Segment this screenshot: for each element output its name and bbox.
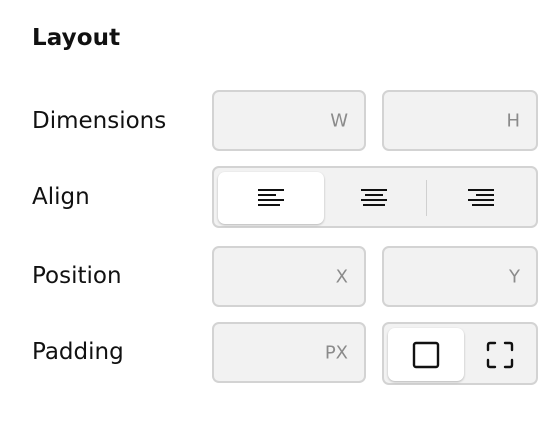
align-segmented-control [212, 166, 538, 228]
padding-individual-button[interactable] [464, 328, 536, 381]
padding-unit-label: PX [324, 342, 348, 363]
align-left-icon [257, 188, 285, 208]
segment-divider [426, 180, 427, 216]
padding-mode-control [382, 322, 538, 385]
x-unit-label: X [335, 266, 348, 287]
height-unit-label: H [506, 110, 520, 131]
align-left-button[interactable] [218, 172, 324, 224]
x-input[interactable]: X [212, 246, 366, 307]
position-label: Position [32, 263, 122, 289]
section-title: Layout [32, 25, 121, 51]
layout-panel: Layout Dimensions W H Align Position X Y… [0, 0, 558, 422]
align-right-button[interactable] [428, 172, 534, 224]
padding-label: Padding [32, 339, 124, 365]
width-unit-label: W [330, 110, 348, 131]
square-icon [412, 341, 440, 369]
y-unit-label: Y [509, 266, 520, 287]
width-input[interactable]: W [212, 90, 366, 151]
corners-icon [486, 341, 514, 369]
dimensions-label: Dimensions [32, 108, 167, 134]
align-right-icon [467, 188, 495, 208]
padding-input[interactable]: PX [212, 322, 366, 383]
align-center-button[interactable] [324, 172, 424, 224]
y-input[interactable]: Y [382, 246, 538, 307]
height-input[interactable]: H [382, 90, 538, 151]
align-center-icon [360, 188, 388, 208]
align-label: Align [32, 184, 90, 210]
padding-uniform-button[interactable] [388, 328, 464, 381]
